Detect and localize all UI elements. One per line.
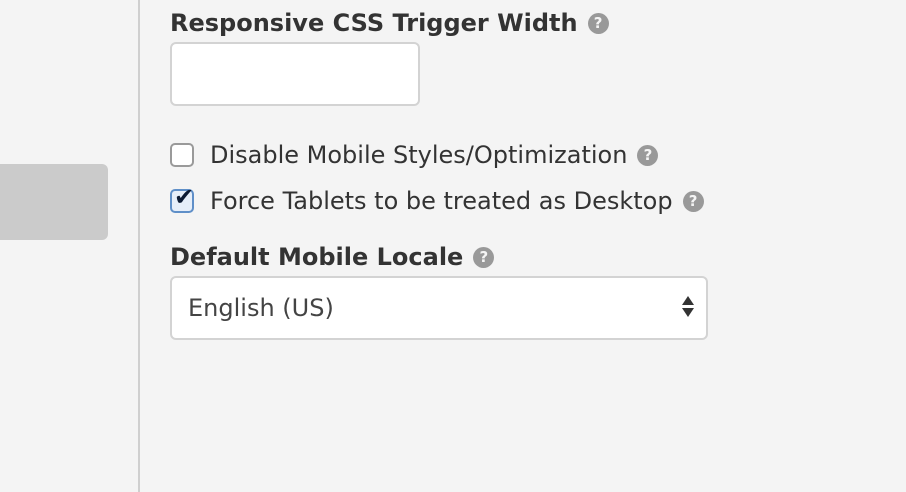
responsive-width-title: Responsive CSS Trigger Width ? — [170, 6, 609, 40]
question-circle-icon[interactable]: ? — [682, 190, 704, 212]
force-tablets-checkbox[interactable]: ✔ — [170, 185, 194, 213]
mobile-locale-select[interactable]: English (US) — [170, 276, 708, 340]
force-tablets-row: ✔ Force Tablets to be treated as Desktop… — [170, 185, 704, 217]
mobile-locale-title-text: Default Mobile Locale — [170, 243, 464, 271]
question-circle-icon[interactable]: ? — [473, 246, 495, 268]
responsive-width-input[interactable] — [170, 42, 420, 106]
disable-mobile-label[interactable]: Disable Mobile Styles/Optimization — [210, 141, 627, 169]
sidebar-tab[interactable] — [0, 164, 108, 240]
mobile-locale-selected-value: English (US) — [188, 294, 334, 322]
question-circle-icon[interactable]: ? — [637, 144, 659, 166]
force-tablets-label[interactable]: Force Tablets to be treated as Desktop — [210, 187, 673, 215]
responsive-width-title-text: Responsive CSS Trigger Width — [170, 9, 578, 37]
checkmark-icon: ✔ — [174, 183, 195, 211]
settings-page: Responsive CSS Trigger Width ? Disable M… — [0, 0, 906, 492]
vertical-divider — [138, 0, 140, 492]
up-down-arrows-icon — [682, 296, 694, 317]
disable-mobile-row: Disable Mobile Styles/Optimization ? — [170, 139, 659, 171]
mobile-locale-title: Default Mobile Locale ? — [170, 240, 495, 274]
disable-mobile-checkbox[interactable] — [170, 143, 194, 167]
question-circle-icon[interactable]: ? — [587, 12, 609, 34]
